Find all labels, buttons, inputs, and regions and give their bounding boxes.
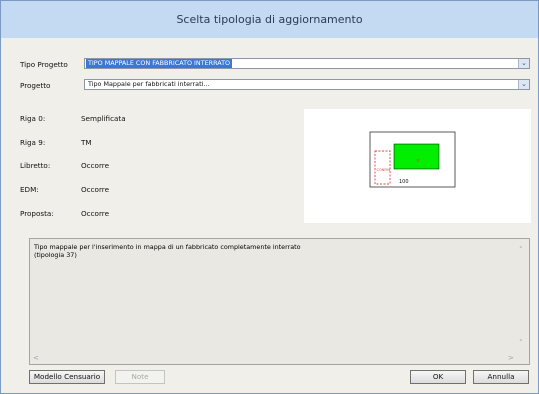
proposta-value: Occorre	[81, 209, 110, 218]
title-bar: Scelta tipologia di aggiornamento	[1, 1, 538, 38]
ok-button[interactable]: OK	[410, 370, 466, 384]
riga9-label: Riga 9:	[20, 138, 46, 147]
chevron-down-icon[interactable]: ⌄	[518, 80, 529, 89]
description-text: Tipo mappale per l'inserimento in mappa …	[34, 243, 301, 259]
scroll-up-icon[interactable]: ˄	[519, 246, 523, 254]
edm-value: Occorre	[81, 185, 110, 194]
modello-censuario-button[interactable]: Modello Censuario	[29, 370, 105, 384]
preview-number: 100	[399, 179, 409, 185]
scroll-left-icon[interactable]: <	[33, 354, 39, 362]
dialog-window: Scelta tipologia di aggiornamento Tipo P…	[0, 0, 539, 394]
confin-label: CONFIN	[377, 168, 391, 172]
note-button[interactable]: Note	[115, 370, 165, 384]
libretto-label: Libretto:	[20, 161, 51, 170]
riga0-label: Riga 0:	[20, 114, 46, 123]
progetto-select[interactable]: Tipo Mappale per fabbricati interrati...…	[84, 79, 530, 90]
tipo-progetto-label: Tipo Progetto	[20, 60, 68, 69]
tipo-progetto-value: TIPO MAPPALE CON FABBRICATO INTERRATO	[86, 59, 233, 68]
description-box[interactable]: Tipo mappale per l'inserimento in mappa …	[29, 238, 530, 365]
scroll-down-icon[interactable]: ˅	[519, 339, 523, 347]
mark-icon: ×	[416, 158, 420, 164]
preview-panel: CONFIN 100 ×	[304, 109, 531, 223]
scroll-right-icon[interactable]: >	[508, 354, 514, 362]
libretto-value: Occorre	[81, 161, 110, 170]
building-shape	[393, 143, 440, 170]
window-title: Scelta tipologia di aggiornamento	[176, 13, 363, 26]
annulla-button[interactable]: Annulla	[473, 370, 529, 384]
edm-label: EDM:	[20, 185, 39, 194]
riga9-value: TM	[81, 138, 92, 147]
chevron-down-icon[interactable]: ⌄	[518, 59, 529, 68]
progetto-label: Progetto	[20, 81, 51, 90]
proposta-label: Proposta:	[20, 209, 54, 218]
riga0-value: Semplificata	[81, 114, 126, 123]
tipo-progetto-select[interactable]: TIPO MAPPALE CON FABBRICATO INTERRATO ⌄	[84, 58, 530, 69]
preview-drawing: CONFIN 100 ×	[369, 131, 456, 188]
progetto-value: Tipo Mappale per fabbricati interrati...	[88, 80, 210, 88]
